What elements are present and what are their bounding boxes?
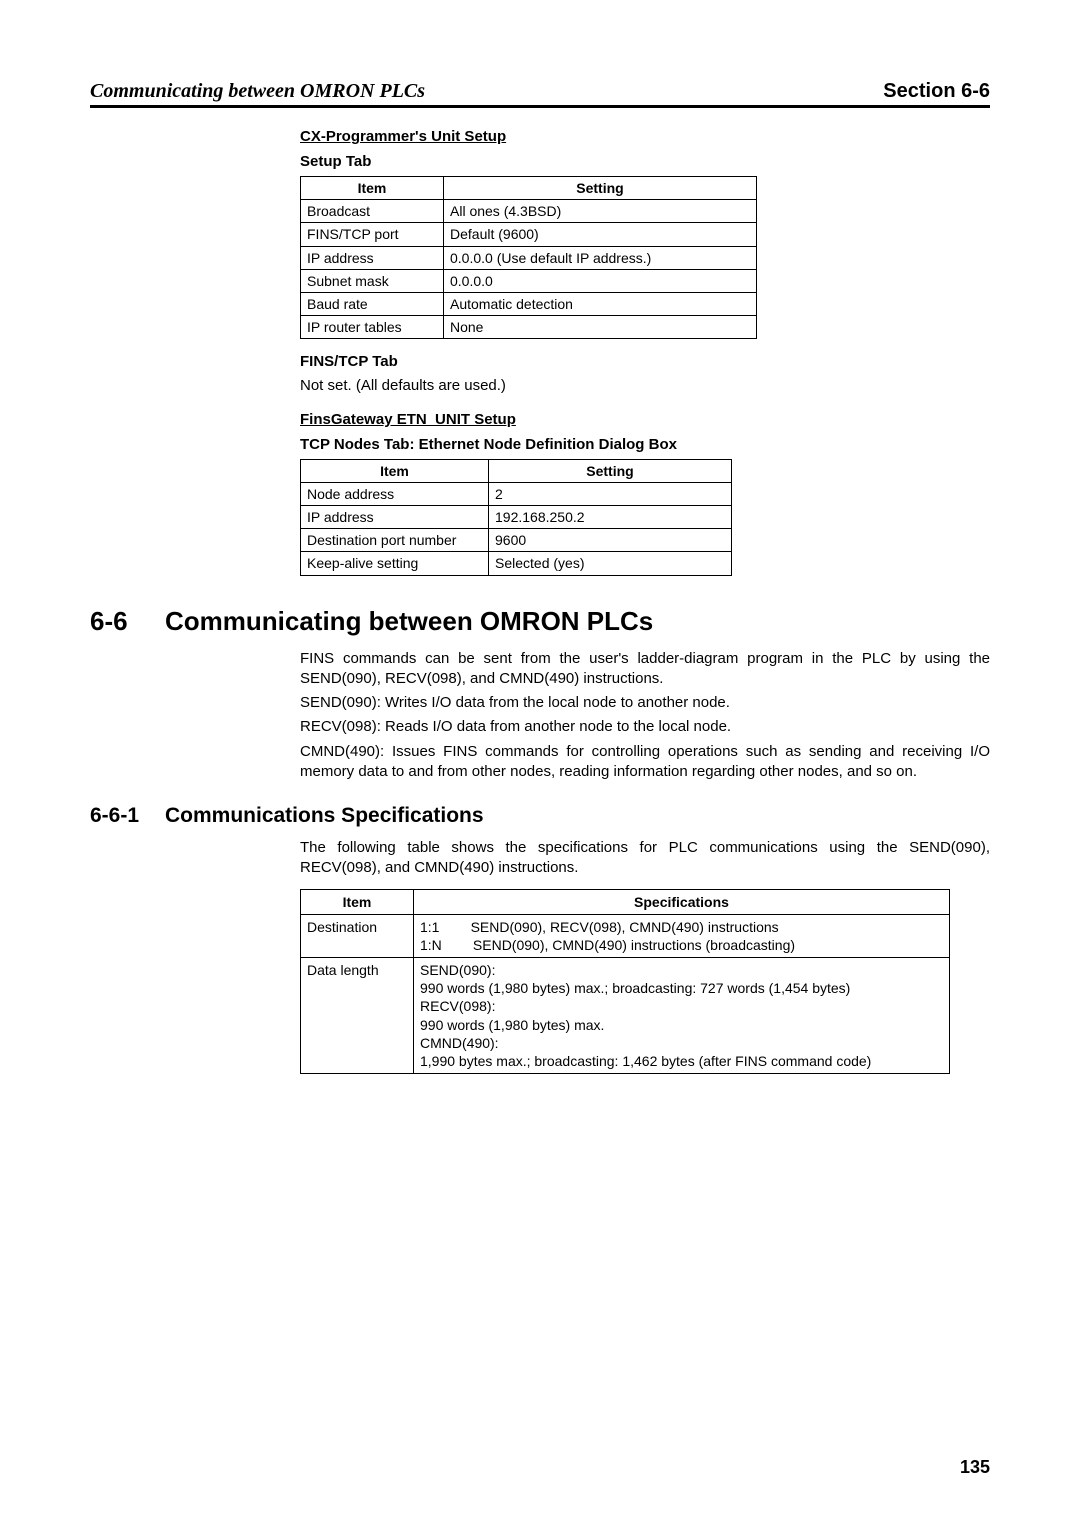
table-row: Subnet mask0.0.0.0 <box>301 269 757 292</box>
table-row: Baud rateAutomatic detection <box>301 292 757 315</box>
table-header-spec: Specifications <box>414 889 950 914</box>
subsection-title-text: Communications Specifications <box>165 804 484 827</box>
section-paragraph: RECV(098): Reads I/O data from another n… <box>300 717 990 737</box>
fins-tcp-tab-label: FINS/TCP Tab <box>300 353 990 370</box>
finsgateway-heading: FinsGateway ETN_UNIT Setup <box>300 411 990 428</box>
specifications-table: Item Specifications Destination 1:1 SEND… <box>300 889 950 1075</box>
table-header-setting: Setting <box>489 459 732 482</box>
table-row: IP router tablesNone <box>301 316 757 339</box>
cx-programmers-unit-setup-heading: CX-Programmer's Unit Setup <box>300 128 990 145</box>
table-row: IP address192.168.250.2 <box>301 505 732 528</box>
section-paragraph: FINS commands can be sent from the user'… <box>300 649 990 690</box>
page-header: Communicating between OMRON PLCs Section… <box>90 80 990 108</box>
subsection-intro: The following table shows the specificat… <box>300 838 990 879</box>
table-row: Data length SEND(090): 990 words (1,980 … <box>301 958 950 1074</box>
header-section: Section 6-6 <box>883 80 990 103</box>
table-header-item: Item <box>301 177 444 200</box>
section-heading: 6-6Communicating between OMRON PLCs <box>90 606 990 637</box>
table-row: Destination port number9600 <box>301 529 732 552</box>
table-row: BroadcastAll ones (4.3BSD) <box>301 200 757 223</box>
page-number: 135 <box>960 1457 990 1478</box>
section-paragraph: CMND(490): Issues FINS commands for cont… <box>300 742 990 783</box>
table-row: FINS/TCP portDefault (9600) <box>301 223 757 246</box>
section-title-text: Communicating between OMRON PLCs <box>165 606 653 636</box>
table-row: Node address2 <box>301 482 732 505</box>
table-header-setting: Setting <box>444 177 757 200</box>
table-row: Keep-alive settingSelected (yes) <box>301 552 732 575</box>
table-header-item: Item <box>301 889 414 914</box>
section-paragraph: SEND(090): Writes I/O data from the loca… <box>300 693 990 713</box>
table-row: IP address0.0.0.0 (Use default IP addres… <box>301 246 757 269</box>
section-number: 6-6 <box>90 606 165 637</box>
header-title: Communicating between OMRON PLCs <box>90 80 425 103</box>
subsection-heading: 6-6-1Communications Specifications <box>90 804 990 828</box>
subsection-number: 6-6-1 <box>90 804 165 828</box>
tcp-nodes-table: Item Setting Node address2 IP address192… <box>300 459 732 576</box>
table-row: Destination 1:1 SEND(090), RECV(098), CM… <box>301 914 950 957</box>
table-header-item: Item <box>301 459 489 482</box>
setup-tab-table: Item Setting BroadcastAll ones (4.3BSD) … <box>300 176 757 339</box>
setup-tab-label: Setup Tab <box>300 153 990 170</box>
fins-tcp-note: Not set. (All defaults are used.) <box>300 376 990 396</box>
tcp-nodes-tab-heading: TCP Nodes Tab: Ethernet Node Definition … <box>300 436 990 453</box>
